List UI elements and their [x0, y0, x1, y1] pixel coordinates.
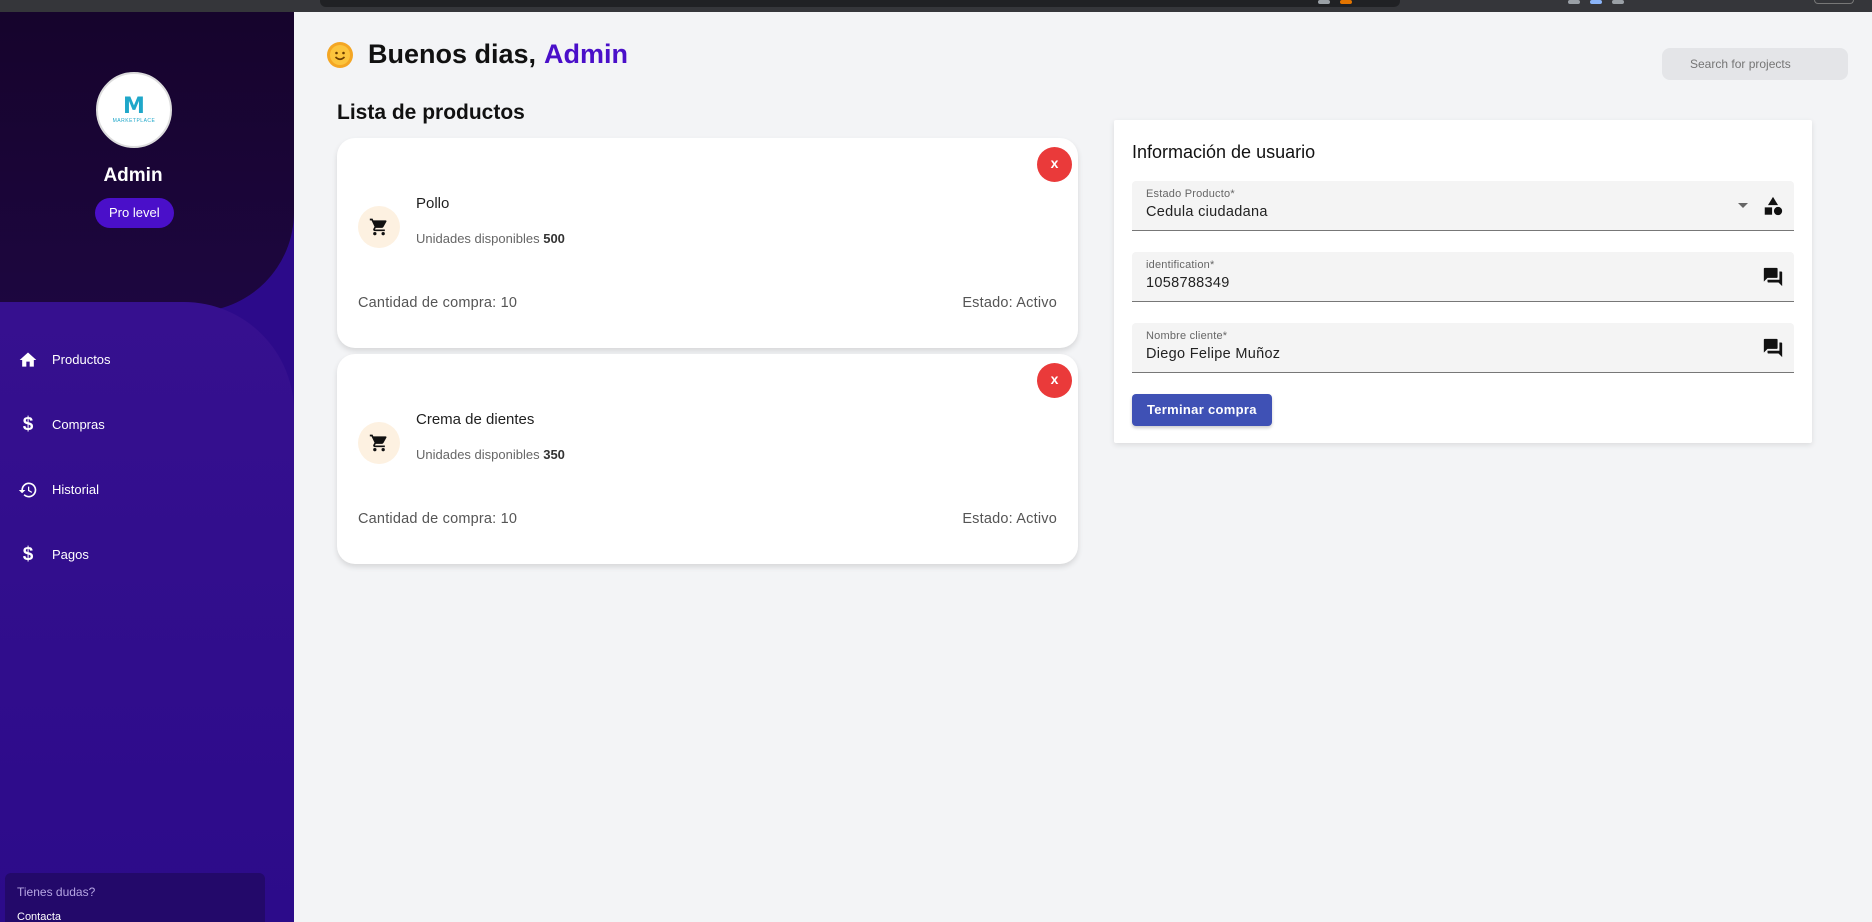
search-input[interactable] — [1662, 48, 1848, 80]
greeting-text: Buenos dias, — [368, 39, 537, 69]
field-label: identification* — [1146, 259, 1215, 271]
pro-level-badge[interactable]: Pro level — [95, 198, 174, 228]
product-name: Pollo — [416, 195, 450, 212]
help-link[interactable]: Contacta — [17, 911, 253, 922]
product-status: Estado: Activo — [962, 511, 1057, 527]
address-bar[interactable] — [320, 0, 1400, 7]
dollar-icon: $ — [22, 413, 34, 435]
sidebar-nav: Productos $ Compras Historial $ Pagos — [0, 327, 294, 587]
field-label: Nombre cliente* — [1146, 330, 1228, 342]
sidebar-item-label: Pagos — [52, 547, 89, 562]
field-value: Diego Felipe Muñoz — [1146, 346, 1281, 362]
sidebar-item-label: Productos — [52, 352, 111, 367]
purchase-quantity: Cantidad de compra: 10 — [358, 511, 518, 527]
user-info-title: Información de usuario — [1132, 142, 1316, 162]
product-stock: Unidades disponibles 350 — [416, 447, 565, 462]
estado-producto-select[interactable]: Estado Producto* Cedula ciudadana — [1132, 181, 1794, 231]
remove-product-button[interactable]: x — [1037, 147, 1072, 182]
sidebar-item-historial[interactable]: Historial — [0, 457, 294, 522]
finish-purchase-button[interactable]: Terminar compra — [1132, 394, 1272, 426]
product-status: Estado: Activo — [962, 295, 1057, 311]
product-card: x Pollo Unidades disponibles 500 Cantida… — [337, 138, 1078, 348]
field-value: Cedula ciudadana — [1146, 204, 1268, 220]
sidebar-item-label: Compras — [52, 417, 105, 432]
client-name-field[interactable]: Nombre cliente* Diego Felipe Muñoz — [1132, 323, 1794, 373]
avatar[interactable]: M MARKETPLACE — [96, 72, 172, 148]
help-title: Tienes dudas? — [17, 885, 96, 899]
dollar-icon: $ — [22, 543, 34, 565]
extension-icon[interactable] — [1340, 0, 1352, 4]
marketplace-logo-icon: M — [123, 94, 145, 119]
user-info-panel: Información de usuario Estado Producto* … — [1114, 120, 1812, 443]
sidebar-user-name: Admin — [103, 165, 163, 186]
sidebar: M MARKETPLACE Admin Pro level Productos … — [0, 12, 294, 922]
greeting-user: Admin — [544, 39, 629, 69]
extension-icon[interactable] — [1568, 0, 1580, 4]
page-title: Buenos dias, Admin — [326, 39, 628, 70]
help-box: Tienes dudas? Contacta — [5, 873, 265, 922]
cart-icon — [358, 206, 400, 248]
sidebar-item-compras[interactable]: $ Compras — [0, 392, 294, 457]
history-icon — [18, 480, 38, 500]
purchase-quantity: Cantidad de compra: 10 — [358, 295, 518, 311]
remove-product-button[interactable]: x — [1037, 363, 1072, 398]
logo-text: MARKETPLACE — [112, 118, 156, 124]
profile-button[interactable] — [1814, 0, 1854, 4]
product-name: Crema de dientes — [416, 411, 535, 428]
browser-top-bar — [0, 0, 1872, 12]
product-list-title: Lista de productos — [337, 101, 525, 124]
extension-icon[interactable] — [1318, 0, 1330, 4]
sidebar-item-pagos[interactable]: $ Pagos — [0, 522, 294, 587]
field-value: 1058788349 — [1146, 275, 1230, 291]
cart-icon — [358, 422, 400, 464]
chat-icon — [1763, 338, 1783, 358]
chevron-down-icon[interactable] — [1738, 203, 1748, 208]
product-card: x Crema de dientes Unidades disponibles … — [337, 354, 1078, 564]
home-icon — [18, 350, 38, 370]
sidebar-item-productos[interactable]: Productos — [0, 327, 294, 392]
extension-icon[interactable] — [1612, 0, 1624, 4]
shapes-icon — [1764, 196, 1783, 216]
identification-field[interactable]: identification* 1058788349 — [1132, 252, 1794, 302]
smiling-sun-icon — [327, 41, 353, 68]
sidebar-header-bg — [0, 12, 294, 312]
sidebar-item-label: Historial — [52, 482, 99, 497]
field-label: Estado Producto* — [1146, 188, 1235, 200]
product-stock: Unidades disponibles 500 — [416, 231, 565, 246]
chat-icon — [1763, 267, 1783, 287]
extension-icon[interactable] — [1590, 0, 1602, 4]
